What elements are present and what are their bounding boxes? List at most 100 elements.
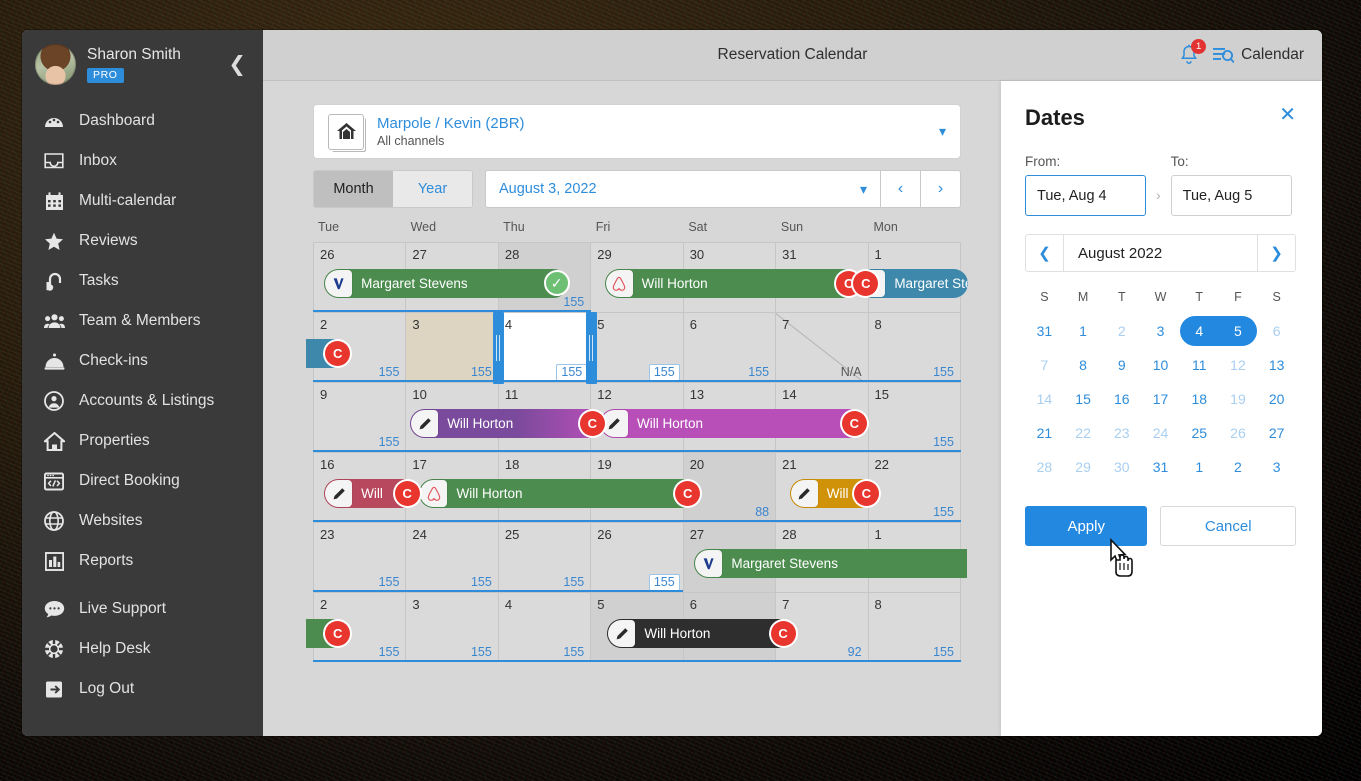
booking-end-marker[interactable]: C (579, 411, 605, 436)
calendar-day-cell[interactable]: 23 155 (313, 523, 407, 592)
day-price[interactable]: 155 (379, 645, 400, 659)
calendar-day-cell[interactable]: 22 155 (868, 453, 961, 522)
mini-calendar-day[interactable]: 24 (1141, 425, 1180, 441)
mini-next-month-button[interactable]: ❯ (1257, 235, 1295, 271)
mini-calendar-day[interactable]: 31 (1025, 323, 1064, 339)
day-price[interactable]: 155 (648, 364, 680, 381)
sidebar-item-accounts-listings[interactable]: Accounts & Listings (22, 381, 263, 421)
mini-calendar-day[interactable]: 16 (1102, 391, 1141, 407)
day-price[interactable]: 155 (471, 645, 492, 659)
notifications-button[interactable]: 1 (1178, 39, 1207, 67)
day-price[interactable]: 155 (748, 365, 769, 379)
mini-calendar-day-selected[interactable]: 4 (1180, 323, 1219, 339)
mini-calendar-day[interactable]: 27 (1257, 425, 1296, 441)
day-price[interactable]: 155 (933, 435, 954, 449)
booking-bar[interactable]: Will Horton (419, 479, 698, 508)
property-selector[interactable]: Marpole / Kevin (2BR) All channels ▾ (313, 104, 961, 159)
mini-calendar-day[interactable]: 1 (1180, 459, 1219, 475)
next-period-button[interactable]: › (921, 170, 961, 208)
mini-calendar-day[interactable]: 12 (1219, 357, 1258, 373)
calendar-day-cell[interactable]: 24 155 (406, 523, 499, 592)
day-price[interactable]: 88 (755, 505, 769, 519)
day-price[interactable]: 155 (563, 645, 584, 659)
calendar-day-cell[interactable]: 15 155 (868, 383, 961, 452)
calendar-day-cell[interactable]: 4 155 (498, 313, 592, 382)
from-date-field[interactable]: Tue, Aug 4 (1025, 175, 1146, 216)
booking-end-marker[interactable]: C (675, 481, 701, 506)
apply-button[interactable]: Apply (1025, 506, 1148, 546)
mini-calendar-day[interactable]: 20 (1257, 391, 1296, 407)
day-price[interactable]: 155 (563, 295, 584, 309)
mini-calendar-day[interactable]: 29 (1064, 459, 1103, 475)
to-date-field[interactable]: Tue, Aug 5 (1170, 175, 1292, 216)
mini-calendar-day[interactable]: 3 (1141, 323, 1180, 339)
prev-period-button[interactable]: ‹ (881, 170, 921, 208)
sidebar-item-reviews[interactable]: Reviews (22, 221, 263, 261)
sidebar-item-dashboard[interactable]: Dashboard (22, 101, 263, 141)
mini-calendar-day[interactable]: 9 (1102, 357, 1141, 373)
booking-end-marker[interactable]: C (853, 481, 879, 506)
calendar-day-cell[interactable]: 6 155 (683, 313, 777, 382)
day-price[interactable]: 155 (933, 365, 954, 379)
booking-bar[interactable]: Will Horton (607, 619, 793, 648)
sidebar-item-team-members[interactable]: Team & Members (22, 301, 263, 341)
mini-calendar-day[interactable]: 3 (1257, 459, 1296, 475)
day-price[interactable]: 155 (933, 645, 954, 659)
mini-calendar-day[interactable]: 28 (1025, 459, 1064, 475)
mini-calendar-day[interactable]: 31 (1141, 459, 1180, 475)
day-price[interactable]: 155 (379, 575, 400, 589)
booking-bar[interactable]: Will Horton (410, 409, 602, 438)
selection-handle-start[interactable] (493, 312, 505, 384)
mini-calendar-day[interactable]: 23 (1102, 425, 1141, 441)
cancel-button[interactable]: Cancel (1160, 506, 1296, 546)
day-price[interactable]: 155 (933, 505, 954, 519)
sidebar-item-log-out[interactable]: Log Out (22, 669, 263, 709)
calendar-day-cell[interactable]: 3 155 (406, 313, 499, 382)
tab-month[interactable]: Month (314, 171, 393, 207)
day-price[interactable]: 155 (648, 574, 680, 591)
mini-calendar-day[interactable]: 21 (1025, 425, 1064, 441)
mini-calendar-day[interactable]: 19 (1219, 391, 1258, 407)
sidebar-item-check-ins[interactable]: Check-ins (22, 341, 263, 381)
chevron-left-icon[interactable]: ❮ (228, 54, 246, 75)
mini-calendar-day[interactable]: 22 (1064, 425, 1103, 441)
mini-calendar-day[interactable]: 17 (1141, 391, 1180, 407)
calendar-day-cell[interactable]: 25 155 (498, 523, 592, 592)
mini-prev-month-button[interactable]: ❮ (1026, 235, 1064, 271)
date-selector[interactable]: August 3, 2022 ▾ (485, 170, 881, 208)
booking-end-marker[interactable]: C (841, 411, 867, 436)
mini-calendar-day[interactable]: 1 (1064, 323, 1103, 339)
day-price[interactable]: 155 (379, 365, 400, 379)
calendar-day-cell[interactable]: 4 155 (498, 593, 592, 662)
chevron-down-icon[interactable]: ▾ (939, 123, 946, 140)
mini-calendar-day[interactable]: 25 (1180, 425, 1219, 441)
calendar-day-cell[interactable]: 9 155 (313, 383, 407, 452)
mini-calendar-day[interactable]: 2 (1219, 459, 1258, 475)
sidebar-item-inbox[interactable]: Inbox (22, 141, 263, 181)
booking-end-marker[interactable]: C (770, 621, 796, 646)
sidebar-item-websites[interactable]: Websites (22, 501, 263, 541)
calendar-switch-button[interactable]: Calendar (1213, 46, 1304, 64)
day-price[interactable]: 155 (471, 365, 492, 379)
booking-end-marker[interactable]: C (394, 481, 420, 506)
close-icon[interactable]: ✕ (1279, 105, 1296, 125)
mini-calendar-day[interactable]: 14 (1025, 391, 1064, 407)
day-price-unavailable[interactable]: N/A (841, 365, 862, 379)
mini-calendar-day[interactable]: 30 (1102, 459, 1141, 475)
mini-calendar-day-selected[interactable]: 5 (1219, 323, 1258, 339)
booking-bar[interactable]: Will Horton (599, 409, 864, 438)
mini-calendar-day[interactable]: 18 (1180, 391, 1219, 407)
tab-year[interactable]: Year (393, 171, 472, 207)
mini-calendar-day[interactable]: 10 (1141, 357, 1180, 373)
booking-bar[interactable]: Will Horton (604, 269, 859, 298)
sidebar-item-live-support[interactable]: Live Support (22, 589, 263, 629)
booking-confirmed-marker[interactable]: ✓ (543, 270, 570, 296)
sidebar-item-multi-calendar[interactable]: Multi-calendar (22, 181, 263, 221)
booking-bar[interactable]: Margaret Stevens (324, 269, 568, 298)
sidebar-item-reports[interactable]: Reports (22, 541, 263, 581)
calendar-day-cell[interactable]: 8 155 (868, 313, 961, 382)
mini-calendar-day[interactable]: 11 (1180, 357, 1219, 373)
calendar-day-cell[interactable]: 8 155 (868, 593, 961, 662)
mini-calendar-day[interactable]: 6 (1257, 323, 1296, 339)
calendar-day-cell[interactable]: 26 155 (591, 523, 684, 592)
